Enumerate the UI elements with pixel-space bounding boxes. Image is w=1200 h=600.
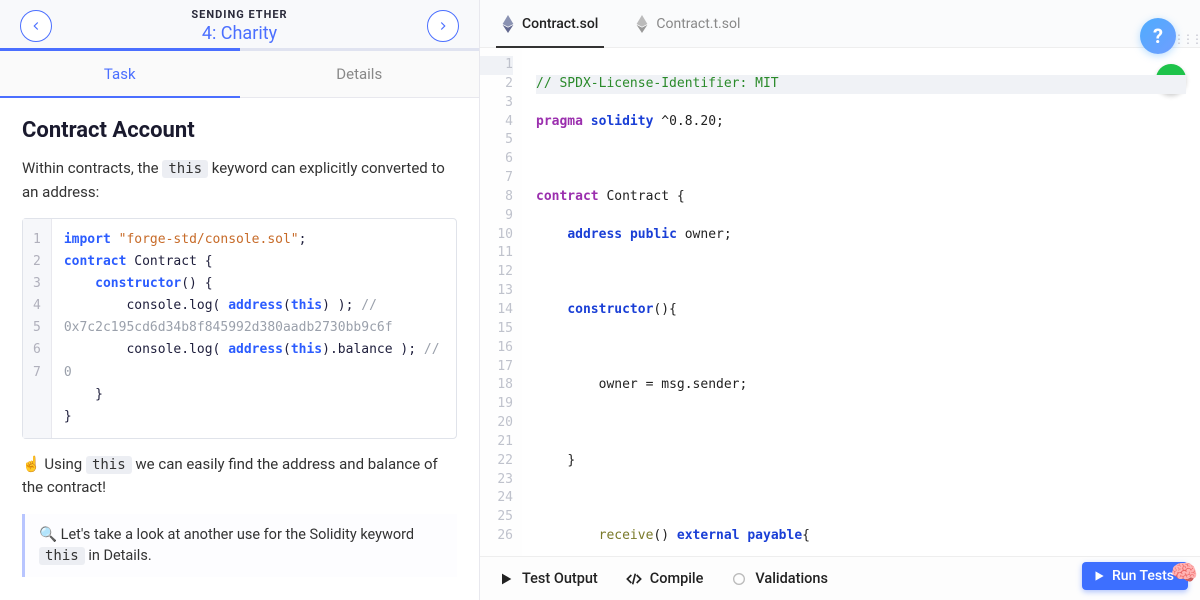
validations-button[interactable]: Validations xyxy=(731,570,828,587)
lesson-topic: SENDING ETHER xyxy=(191,8,287,21)
drag-grip-icon[interactable]: ⋮⋮⋮ xyxy=(1173,32,1200,46)
lesson-content[interactable]: Contract Account Within contracts, the t… xyxy=(0,98,479,600)
snippet-code: import "forge-std/console.sol"; contract… xyxy=(52,219,456,438)
test-output-button[interactable]: Test Output xyxy=(498,570,598,587)
lesson-title: 4: Charity xyxy=(191,23,287,44)
tab-task[interactable]: Task xyxy=(0,51,240,97)
ethereum-icon xyxy=(502,15,514,33)
ethereum-icon xyxy=(636,15,648,33)
editor-code[interactable]: // SPDX-License-Identifier: MIT pragma s… xyxy=(522,48,1200,556)
tab-details[interactable]: Details xyxy=(240,51,480,97)
code-icon xyxy=(626,571,642,587)
editor-panel: Contract.sol Contract.t.sol ? IM ⋮⋮⋮ 123… xyxy=(480,0,1200,600)
code-keyword: this xyxy=(162,160,208,178)
snippet-gutter: 1234567 xyxy=(23,219,52,438)
play-icon xyxy=(1092,569,1106,583)
section-heading: Contract Account xyxy=(22,118,457,143)
next-lesson-button[interactable] xyxy=(427,10,459,42)
file-tabs: Contract.sol Contract.t.sol xyxy=(480,0,1200,48)
editor-gutter: 1234567891011121314151617181920212223242… xyxy=(480,48,522,556)
code-snippet: 1234567 import "forge-std/console.sol"; … xyxy=(22,218,457,439)
lesson-header: SENDING ETHER 4: Charity xyxy=(0,0,479,48)
prev-lesson-button[interactable] xyxy=(20,10,52,42)
file-tab-test[interactable]: Contract.t.sol xyxy=(630,1,746,47)
file-tab-contract[interactable]: Contract.sol xyxy=(496,1,604,47)
tip-paragraph: ☝️ Using this we can easily find the add… xyxy=(22,453,457,500)
lesson-tabs: Task Details xyxy=(0,51,479,98)
compile-button[interactable]: Compile xyxy=(626,570,704,587)
arrow-left-icon xyxy=(29,19,43,33)
brain-icon[interactable]: 🧠 xyxy=(1171,561,1198,586)
intro-paragraph: Within contracts, the this keyword can e… xyxy=(22,157,457,204)
play-icon xyxy=(498,571,514,587)
arrow-right-icon xyxy=(436,19,450,33)
details-callout: 🔍 Let's take a look at another use for t… xyxy=(22,514,457,578)
code-editor[interactable]: 1234567891011121314151617181920212223242… xyxy=(480,48,1200,556)
circle-icon xyxy=(731,571,747,587)
lesson-panel: SENDING ETHER 4: Charity Task Details Co… xyxy=(0,0,480,600)
